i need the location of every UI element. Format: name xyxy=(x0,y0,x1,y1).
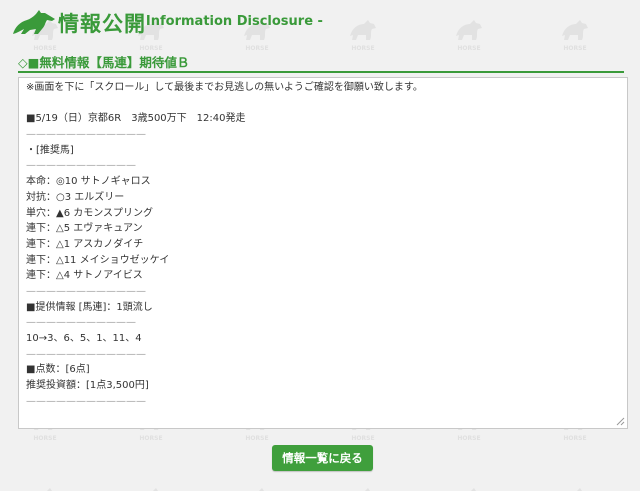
text-line: ■提供情報 [馬連]：1頭流し xyxy=(26,301,153,313)
text-line: 10→3、6、5、1、11、4 xyxy=(26,333,142,344)
text-line: 対抗：○3 エルズリー xyxy=(26,191,125,203)
text-line: 単穴：▲6 カモンスプリング xyxy=(26,207,154,219)
text-line: 連下：△5 エヴァキュアン xyxy=(26,223,143,235)
page-title: 情報公開 xyxy=(58,12,146,36)
separator-line: ——————————— xyxy=(26,317,136,329)
horse-logo-icon xyxy=(13,10,55,34)
text-line xyxy=(26,96,606,112)
resize-handle-icon[interactable] xyxy=(616,417,625,426)
separator-line: ———————————— xyxy=(26,395,146,407)
text-line: 本命：◎10 サトノギャロス xyxy=(26,176,151,188)
section-title: ◇■無料情報【馬連】期待値Ｂ xyxy=(18,55,190,70)
text-line: ・[推奨馬] xyxy=(26,144,74,156)
separator-line: ———————————— xyxy=(26,285,146,297)
text-line: 連下：△1 アスカノダイチ xyxy=(26,238,144,250)
separator-line: ———————————— xyxy=(26,348,146,360)
back-to-list-button[interactable]: 情報一覧に戻る xyxy=(272,445,373,471)
info-text-content: ※画面を下に「スクロール」して最後までお見逃しの無いようご確認を御願い致します。… xyxy=(26,80,606,425)
text-line: ■5/19（日）京都6R 3歳500万下 12:40発走 xyxy=(26,113,246,125)
info-text-area[interactable]: ※画面を下に「スクロール」して最後までお見逃しの無いようご確認を御願い致します。… xyxy=(18,77,628,429)
page-subtitle: - Information Disclosure - xyxy=(136,14,323,29)
section-header: ◇■無料情報【馬連】期待値Ｂ xyxy=(18,52,624,73)
text-line: 連下：△11 メイショウゼッケイ xyxy=(26,254,170,266)
page-header: 情報公開 - Information Disclosure - xyxy=(0,0,640,44)
separator-line: ———————————— xyxy=(26,129,146,141)
text-line: ※画面を下に「スクロール」して最後までお見逃しの無いようご確認を御願い致します。 xyxy=(26,82,423,93)
text-line: 推奨投資額：[1点3,500円] xyxy=(26,380,149,392)
text-line: ■点数：[6点] xyxy=(26,364,90,376)
section-divider xyxy=(18,71,624,73)
separator-line: ——————————— xyxy=(26,160,136,172)
text-line: 連下：△4 サトノアイビス xyxy=(26,270,143,282)
